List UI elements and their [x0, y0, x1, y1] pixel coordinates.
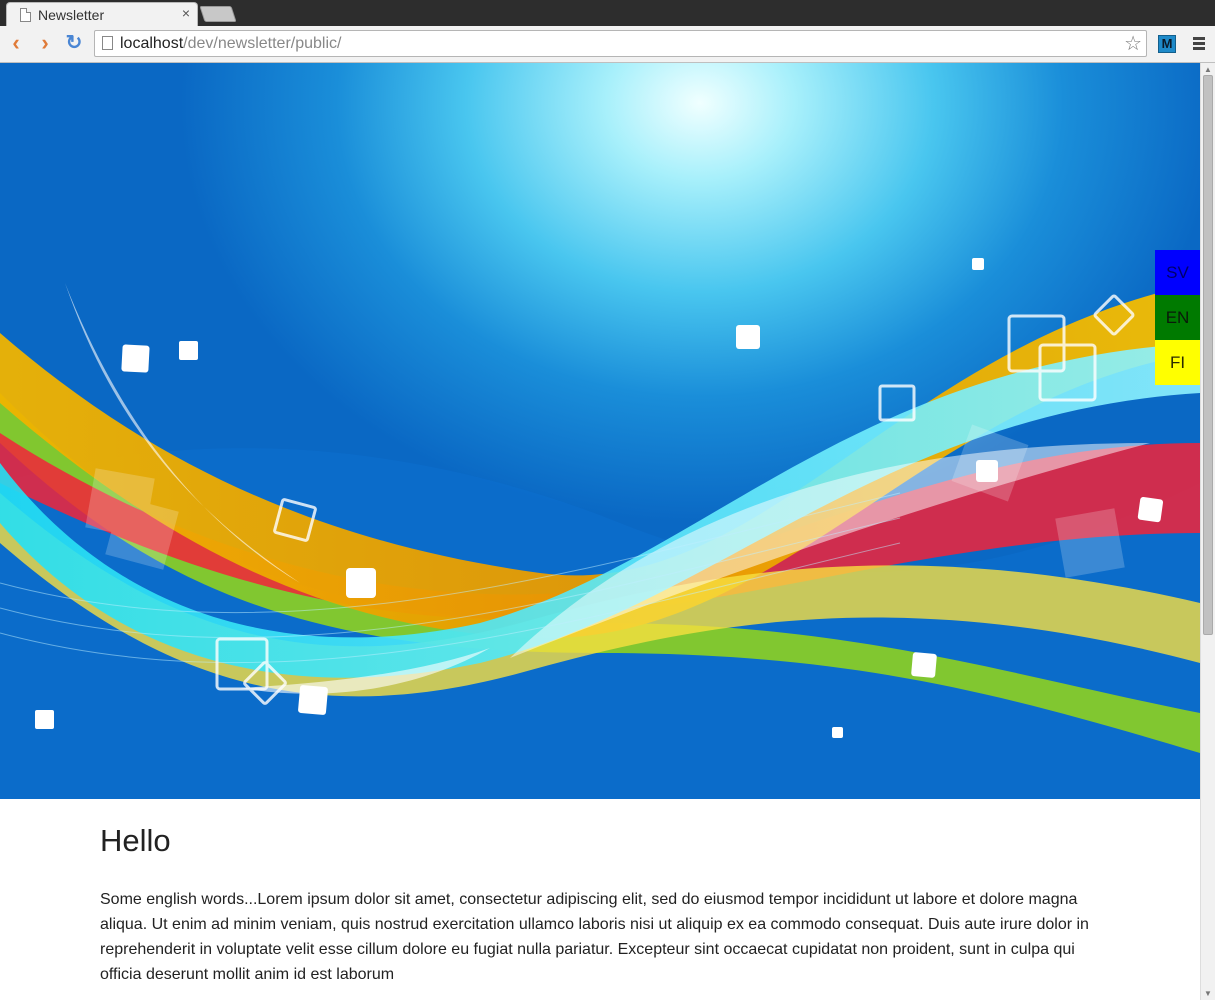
browser-toolbar: ‹ › ↻ localhost/dev/newsletter/public/ ☆…: [0, 26, 1215, 63]
back-icon[interactable]: ‹: [5, 31, 27, 55]
browser-tab[interactable]: Newsletter ×: [6, 2, 198, 26]
address-bar[interactable]: localhost/dev/newsletter/public/ ☆: [94, 30, 1147, 57]
hero-banner-image: [0, 63, 1200, 799]
language-button-fi[interactable]: FI: [1155, 340, 1200, 385]
new-tab-button[interactable]: [199, 6, 237, 22]
tab-title: Newsletter: [38, 7, 105, 23]
reload-icon[interactable]: ↻: [63, 31, 85, 55]
language-button-en[interactable]: EN: [1155, 295, 1200, 340]
abstract-waves-graphic: [0, 258, 1200, 799]
scroll-down-arrow-icon[interactable]: ▼: [1204, 989, 1212, 998]
url-path: /dev/newsletter/public/: [183, 35, 342, 52]
scrollbar-thumb[interactable]: [1203, 75, 1213, 635]
article-body: Some english words...Lorem ipsum dolor s…: [100, 891, 1089, 983]
extension-icon[interactable]: M: [1158, 35, 1176, 53]
document-icon: [20, 8, 31, 22]
forward-icon[interactable]: ›: [34, 31, 56, 55]
article-heading: Hello: [100, 823, 171, 858]
page-viewport: SV EN FI Hello Some english words...Lore…: [0, 63, 1200, 1000]
article: Hello Some english words...Lorem ipsum d…: [100, 823, 1090, 987]
menu-icon[interactable]: [1193, 37, 1205, 52]
tab-close-icon[interactable]: ×: [182, 5, 190, 21]
tab-strip: Newsletter ×: [0, 0, 1215, 26]
vertical-scrollbar[interactable]: ▲ ▼: [1200, 63, 1215, 1000]
scroll-up-arrow-icon[interactable]: ▲: [1204, 65, 1212, 74]
bookmark-star-icon[interactable]: ☆: [1124, 31, 1142, 56]
page-icon: [102, 36, 113, 50]
language-button-sv[interactable]: SV: [1155, 250, 1200, 295]
url-text: localhost/dev/newsletter/public/: [120, 35, 341, 53]
url-host: localhost: [120, 35, 184, 52]
